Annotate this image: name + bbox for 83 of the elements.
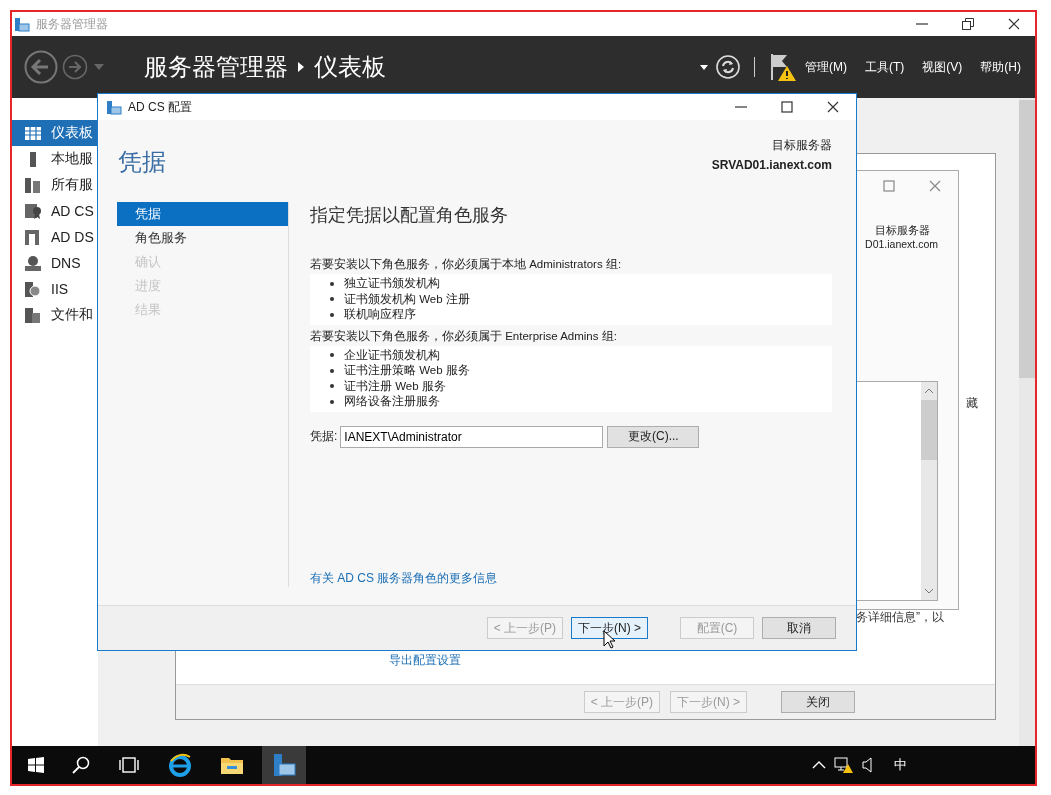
nav-item[interactable]: 文件和 [12,302,98,328]
bullet-icon [330,281,334,286]
network-warning-icon[interactable] [834,756,854,774]
task-view-icon[interactable] [118,757,140,773]
target-server-label: 目标服务器 [771,137,832,154]
start-button[interactable] [28,757,44,773]
dashboard-icon [24,124,42,142]
export-settings-link[interactable]: 导出配置设置 [389,653,461,667]
scroll-up-icon[interactable] [924,388,934,394]
search-icon[interactable] [72,756,90,774]
wizard-step[interactable]: 角色服务 [117,226,288,250]
close-button[interactable] [1007,17,1021,31]
group-description: 若要安装以下角色服务，你必须属于 Enterprise Admins 组: [310,328,618,344]
nav-item[interactable]: 所有服 [12,172,98,198]
nav-item[interactable]: DNS [12,250,98,276]
breadcrumb-item: 仪表板 [314,52,386,82]
change-button[interactable]: 更改(C)... [607,425,700,448]
bullet-icon [330,312,334,317]
credential-field[interactable]: IANEXT\Administrator [340,425,604,448]
role-service-name: 网络设备注册服务 [344,394,440,410]
section-heading: 指定凭据以配置角色服务 [310,204,509,227]
notification-flag-icon[interactable] [769,52,797,82]
role-service-name: 证书颁发机构 Web 注册 [344,291,470,307]
disabled-button: < 上一步(P) [486,617,563,639]
server-icon [24,306,42,324]
window-title: 服务器管理器 [36,15,109,33]
refresh-button[interactable] [716,55,740,79]
menu-item[interactable]: 帮助(H) [980,58,1021,76]
forward-button[interactable] [62,54,88,80]
server-manager-icon[interactable] [272,753,296,777]
menu-item[interactable]: 视图(V) [922,58,963,76]
show-hidden-icons-caret[interactable] [812,761,826,769]
bullet-icon [330,399,334,404]
role-service-name: 独立证书颁发机构 [344,276,440,292]
target-server-name: SRVAD01.ianext.com [711,158,832,172]
nav-item[interactable]: 仪表板 [12,120,98,146]
role-service-name: 证书注册 Web 服务 [344,378,446,394]
disabled-button: 配置(C) [680,617,754,639]
target-server-name: D01.ianext.com [864,238,939,250]
breadcrumb-item[interactable]: 服务器管理器 [144,51,288,83]
bullet-icon [330,353,334,358]
folder-icon[interactable] [220,755,244,775]
nav-item[interactable]: IIS [12,276,98,302]
maximize-button[interactable] [780,100,794,114]
dropdown-caret-icon[interactable] [700,64,708,70]
group-description: 若要安装以下角色服务，你必须属于本地 Administrators 组: [310,257,623,272]
role-service-name: 证书注册策略 Web 服务 [344,363,470,379]
wizard-text: 务详细信息”，以 [856,609,944,626]
wizard-text: 藏 [966,395,978,412]
input-method-indicator[interactable]: 中 [894,756,907,774]
bullet-icon [330,384,334,389]
scrollbar[interactable] [921,382,937,600]
role-service-name: 企业证书颁发机构 [344,347,440,363]
restore-button[interactable] [961,17,975,31]
bullet-icon [330,368,334,373]
server-icon [24,176,42,194]
scroll-down-icon[interactable] [924,588,934,594]
target-server-label: 目标服务器 [874,223,931,238]
app-icon [106,99,122,115]
role-service-name: 联机响应程序 [344,307,416,323]
server-icon [24,254,42,272]
server-icon [24,280,42,298]
menu-item[interactable]: 工具(T) [865,58,905,76]
server-icon [24,228,42,246]
back-button[interactable] [24,50,58,84]
more-info-link[interactable]: 有关 AD CS 服务器角色的更多信息 [310,570,832,587]
bullet-icon [330,297,334,302]
nav-item[interactable]: AD DS [12,224,98,250]
wizard-button[interactable]: 取消 [762,617,836,639]
wizard-step[interactable]: 凭据 [117,202,288,226]
server-icon [24,202,42,220]
field-label: 凭据: [310,428,338,445]
browser-icon[interactable] [168,753,192,777]
wizard-button[interactable]: 关闭 [781,691,855,713]
breadcrumb-arrow-icon [298,62,304,72]
menu-item[interactable]: 管理(M) [805,58,847,76]
close-button[interactable] [826,100,840,114]
nav-item[interactable]: 本地服 [12,146,98,172]
app-icon [14,16,30,32]
page-title: 凭据 [118,147,166,177]
dialog-title: AD CS 配置 [128,98,193,116]
nav-item[interactable]: AD CS [12,198,98,224]
scrollbar[interactable] [1019,98,1035,746]
